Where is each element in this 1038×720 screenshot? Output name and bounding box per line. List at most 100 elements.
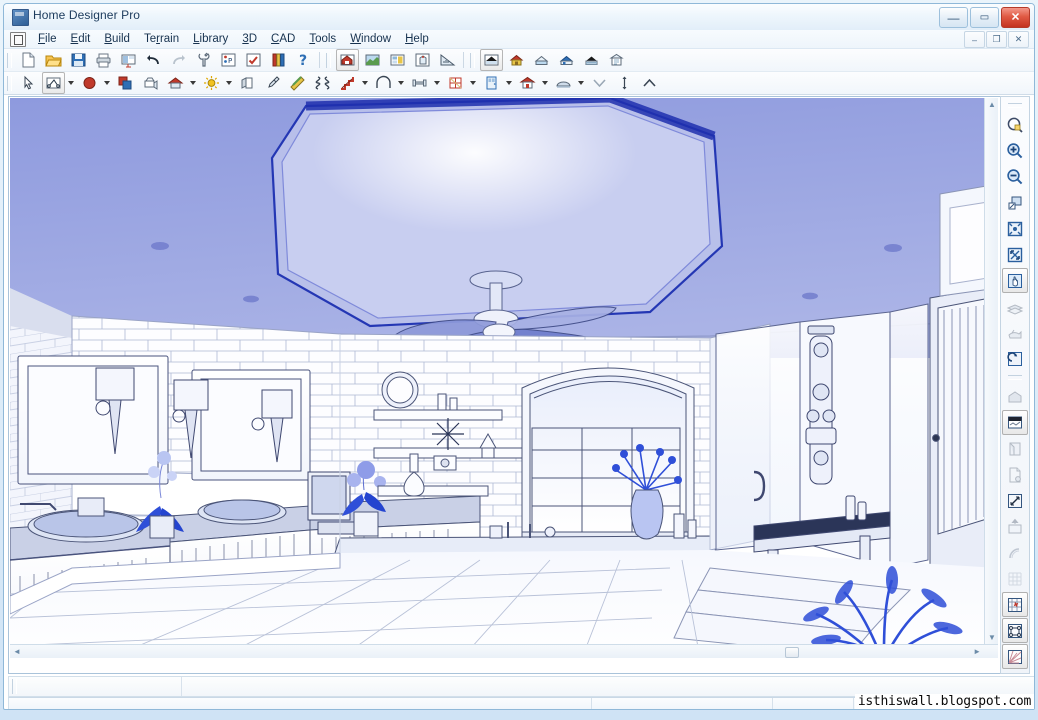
scroll-right-arrow-icon[interactable]: ►	[973, 648, 981, 656]
horizontal-scrollbar[interactable]: ◄ ►	[10, 644, 998, 658]
rays-tool-icon[interactable]	[1002, 644, 1028, 669]
zoom-extents-icon[interactable]	[1002, 242, 1028, 267]
toolbar-grip[interactable]	[1008, 103, 1022, 108]
minimize-button[interactable]: —	[939, 7, 968, 28]
chevron-down-icon[interactable]	[468, 73, 477, 93]
camera-tool-icon[interactable]	[139, 72, 162, 94]
toolbar-grip[interactable]	[7, 53, 12, 68]
door-tool-icon[interactable]	[480, 72, 503, 94]
menu-item-tools[interactable]: Tools	[302, 31, 343, 47]
object-snap-icon[interactable]	[1002, 618, 1028, 643]
redo-icon[interactable]	[167, 49, 190, 71]
menu-item-terrain[interactable]: Terrain	[137, 31, 186, 47]
doc-restore-button[interactable]: ❐	[986, 31, 1007, 48]
eyedropper-icon[interactable]	[261, 72, 284, 94]
building-elevation-icon[interactable]	[605, 49, 628, 71]
menu-item-file[interactable]: File	[31, 31, 64, 47]
fill-window-icon[interactable]	[1002, 190, 1028, 215]
house-red-icon[interactable]	[505, 49, 528, 71]
menu-item-window[interactable]: Window	[343, 31, 398, 47]
doc-minimize-button[interactable]: –	[964, 31, 985, 48]
beam-icon[interactable]	[408, 72, 431, 94]
scroll-left-arrow-icon[interactable]: ◄	[13, 648, 21, 656]
menu-item-library[interactable]: Library	[186, 31, 235, 47]
chevron-down-icon[interactable]	[102, 73, 111, 93]
grid-snap-icon[interactable]	[1002, 566, 1028, 591]
cross-section-icon[interactable]	[386, 49, 409, 71]
undo-icon[interactable]	[142, 49, 165, 71]
open-plan-icon[interactable]	[42, 49, 65, 71]
arrow-updown-icon[interactable]	[613, 72, 636, 94]
edit-behavior-icon[interactable]	[42, 72, 65, 94]
backdrop-icon[interactable]	[1002, 410, 1028, 435]
page-setup-icon[interactable]	[1002, 462, 1028, 487]
roof-house-icon[interactable]	[516, 72, 539, 94]
chevron-down-icon[interactable]	[540, 73, 549, 93]
vertical-scrollbar[interactable]: ▲ ▼	[984, 98, 998, 645]
ruler-scale-icon[interactable]	[286, 72, 309, 94]
roof-gable-icon[interactable]	[530, 49, 553, 71]
dimension-tool-icon[interactable]	[236, 72, 259, 94]
document-system-icon[interactable]	[10, 32, 26, 47]
zoom-out-icon[interactable]	[1002, 164, 1028, 189]
menu-item-build[interactable]: Build	[97, 31, 137, 47]
library-browser-icon[interactable]	[267, 49, 290, 71]
layers-icon[interactable]	[1002, 294, 1028, 319]
chevron-down-icon[interactable]	[66, 73, 75, 93]
floor-camera-icon[interactable]	[336, 49, 359, 71]
walkthrough-icon[interactable]	[1002, 320, 1028, 345]
chevron-down-icon[interactable]	[224, 73, 233, 93]
insert-above-icon[interactable]	[1002, 514, 1028, 539]
plan-defaults-icon[interactable]: P	[217, 49, 240, 71]
toolbar-grip[interactable]	[1008, 375, 1022, 380]
roof-hip-icon[interactable]	[555, 49, 578, 71]
select-arrow-icon[interactable]	[17, 72, 40, 94]
preferences-wrench-icon[interactable]	[192, 49, 215, 71]
chevron-down-icon[interactable]	[588, 72, 611, 94]
menu-item-cad[interactable]: CAD	[264, 31, 302, 47]
stairs-icon[interactable]	[336, 72, 359, 94]
chevron-down-icon[interactable]	[188, 73, 197, 93]
railing-curve-icon[interactable]	[372, 72, 395, 94]
chevron-down-icon[interactable]	[504, 73, 513, 93]
chevron-up-icon[interactable]	[638, 72, 661, 94]
scroll-up-arrow-icon[interactable]: ▲	[988, 101, 996, 109]
light-sun-icon[interactable]	[200, 72, 223, 94]
zoom-in-icon[interactable]	[1002, 138, 1028, 163]
chevron-down-icon[interactable]	[360, 73, 369, 93]
fill-window-building-icon[interactable]	[1002, 216, 1028, 241]
horizontal-scroll-thumb[interactable]	[785, 647, 799, 658]
refresh-view-icon[interactable]	[1002, 346, 1028, 371]
doc-close-button[interactable]: ✕	[1008, 31, 1029, 48]
deck-tool-icon[interactable]	[552, 72, 575, 94]
roof-plain-icon[interactable]	[480, 49, 503, 71]
viewport-3d[interactable]: ▲ ▼ ◄ ►	[10, 98, 998, 658]
zoom-window-icon[interactable]	[1002, 112, 1028, 137]
check-plan-icon[interactable]	[242, 49, 265, 71]
roof-shed-icon[interactable]	[580, 49, 603, 71]
scroll-down-arrow-icon[interactable]: ▼	[988, 634, 996, 642]
elevation-camera-icon[interactable]	[411, 49, 434, 71]
house-style-icon[interactable]	[164, 72, 187, 94]
pan-hand-icon[interactable]	[1002, 268, 1028, 293]
chevron-down-icon[interactable]	[396, 73, 405, 93]
new-plan-icon[interactable]	[17, 49, 40, 71]
chevron-down-icon[interactable]	[432, 73, 441, 93]
object-paint-icon[interactable]	[114, 72, 137, 94]
toolbar-grip[interactable]	[470, 53, 475, 68]
help-icon[interactable]: ?	[292, 49, 315, 71]
elevation-region-icon[interactable]	[1002, 384, 1028, 409]
print-icon[interactable]	[92, 49, 115, 71]
save-plan-icon[interactable]	[67, 49, 90, 71]
loft-tool-icon[interactable]	[311, 72, 334, 94]
ruler-measure-icon[interactable]	[436, 49, 459, 71]
menu-item-edit[interactable]: Edit	[64, 31, 98, 47]
toolbar-grip[interactable]	[326, 53, 331, 68]
angle-snap-icon[interactable]	[1002, 592, 1028, 617]
arc-tool-icon[interactable]	[1002, 540, 1028, 565]
close-button[interactable]: ✕	[1001, 7, 1030, 28]
maximize-button[interactable]: ▭	[970, 7, 999, 28]
material-paint-icon[interactable]	[78, 72, 101, 94]
line-tool-icon[interactable]	[1002, 488, 1028, 513]
menu-item-3d[interactable]: 3D	[235, 31, 264, 47]
